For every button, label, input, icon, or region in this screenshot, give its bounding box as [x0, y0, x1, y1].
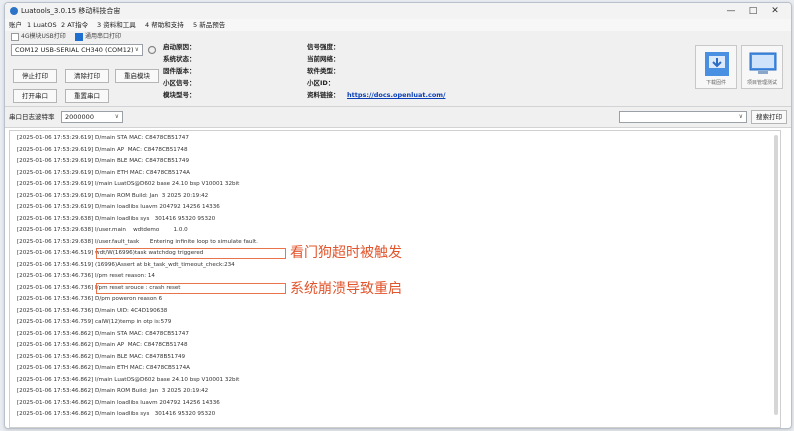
download-icon: [705, 52, 729, 76]
menu-luatos[interactable]: 1 LuatOS: [27, 20, 57, 30]
serial-print-checkbox[interactable]: 通用串口打印: [75, 32, 121, 42]
log-line: [2025-01-06 17:53:46.862] D/main STA MAC…: [17, 330, 189, 337]
maximize-button[interactable]: □: [743, 4, 763, 18]
log-line: [2025-01-06 17:53:29.619] D/main ETH MAC…: [17, 169, 190, 176]
log-line: [2025-01-06 17:53:46.736] D/main UID: 4C…: [17, 307, 168, 314]
log-line: [2025-01-06 17:53:29.638] D/main loadlib…: [17, 215, 216, 222]
baud-rate-select[interactable]: 2000000 ∨: [61, 111, 123, 123]
log-line: [2025-01-06 17:53:46.736] I/pm reset rea…: [17, 273, 155, 279]
log-line: [2025-01-06 17:53:29.638] I/user.fault_t…: [17, 238, 258, 245]
port-select[interactable]: COM12 USB-SERIAL CH340 (COM12) ∨: [11, 44, 143, 56]
toolbar-panel: 4G模块USB打印 通用串口打印 COM12 USB-SERIAL CH340 …: [5, 31, 791, 107]
log-line: [2025-01-06 17:53:29.619] D/main BLE MAC…: [17, 158, 190, 164]
open-port-button[interactable]: 打开串口: [13, 89, 57, 103]
crash-annotation: 系统崩溃导致重启: [290, 281, 402, 297]
monitor-icon: [749, 52, 777, 74]
resource-link-label: 资料链接：: [307, 91, 340, 99]
watchdog-annotation: 看门狗超时被触发: [290, 245, 402, 261]
menu-resources-tools[interactable]: 3 资料和工具: [97, 20, 136, 30]
boot-reason-label: 启动原因：: [163, 43, 196, 51]
checkbox-box: [11, 32, 19, 41]
project-management-label: 项目管理测试: [746, 80, 777, 86]
reset-module-button[interactable]: 重启模块: [115, 69, 159, 83]
refresh-icon[interactable]: [147, 45, 157, 55]
log-line: [2025-01-06 17:53:46.759] calW(12)temp i…: [17, 319, 172, 325]
log-line: [2025-01-06 17:53:29.619] D/main AP MAC:…: [17, 146, 188, 153]
title-bar: Luatools_3.0.15 移动科技合宙 — □ ✕: [5, 3, 791, 19]
window-title: Luatools_3.0.15 移动科技合宙: [21, 7, 121, 15]
usb-print-label: 4G模块USB打印: [21, 33, 66, 40]
close-button[interactable]: ✕: [765, 4, 785, 18]
resource-link[interactable]: https://docs.openluat.com/: [347, 90, 445, 100]
log-line: [2025-01-06 17:53:46.862] D/main BLE MAC…: [17, 353, 186, 360]
menu-account[interactable]: 账户: [9, 20, 22, 30]
cell-id-label: 小区ID：: [307, 79, 335, 87]
log-line: [2025-01-06 17:53:46.736] D/pm poweron r…: [17, 296, 163, 302]
search-select[interactable]: ∨: [619, 111, 747, 123]
log-line: [2025-01-06 17:53:29.619] D/main loadlib…: [17, 204, 220, 210]
software-type-label: 软件类型：: [307, 67, 340, 75]
watchdog-highlight-box: [96, 248, 286, 259]
menu-help-support[interactable]: 4 帮助和支持: [145, 20, 184, 30]
log-line: [2025-01-06 17:53:46.862] D/main ETH MAC…: [17, 365, 190, 371]
log-line: [2025-01-06 17:53:46.862] D/main AP MAC:…: [17, 342, 188, 348]
stop-print-button[interactable]: 停止打印: [13, 69, 57, 83]
serial-print-label: 通用串口打印: [85, 33, 122, 40]
checkbox-box: [75, 32, 83, 41]
usb-print-checkbox[interactable]: 4G模块USB打印: [11, 32, 66, 42]
log-scrollbar[interactable]: [774, 135, 778, 415]
log-line: [2025-01-06 17:53:46.862] I/main LuatOS@…: [17, 376, 240, 383]
project-management-button[interactable]: 项目管理测试: [741, 45, 783, 89]
download-firmware-label: 下载固件: [705, 80, 726, 86]
app-window: Luatools_3.0.15 移动科技合宙 — □ ✕ 账户 1 LuatOS…: [4, 2, 792, 429]
cell-signal-label: 小区信号：: [163, 79, 196, 87]
log-line: [2025-01-06 17:53:29.619] I/main LuatOS@…: [17, 181, 240, 187]
network-label: 当前网络：: [307, 55, 340, 63]
log-line: [2025-01-06 17:53:46.862] D/main ROM Bui…: [17, 388, 209, 394]
reset-port-button[interactable]: 重置串口: [65, 89, 109, 103]
firmware-version-label: 固件版本：: [163, 67, 196, 75]
chevron-down-icon: ∨: [114, 113, 119, 120]
log-line: [2025-01-06 17:53:29.619] D/main STA MAC…: [17, 135, 189, 141]
minimize-button[interactable]: —: [721, 4, 741, 18]
chevron-down-icon: ∨: [738, 113, 743, 120]
download-firmware-button[interactable]: 下载固件: [695, 45, 737, 89]
module-model-label: 模块型号：: [163, 91, 196, 99]
clear-print-button[interactable]: 清除打印: [65, 69, 109, 83]
menu-bar: 账户 1 LuatOS 2 AT指令 3 资料和工具 4 帮助和支持 5 新品预…: [5, 19, 791, 31]
system-state-label: 系统状态：: [163, 55, 196, 63]
filter-bar: 串口日志波特率 2000000 ∨ ∨ 搜索打印: [5, 107, 791, 128]
menu-at-commands[interactable]: 2 AT指令: [61, 20, 88, 30]
log-line: [2025-01-06 17:53:29.638] I/user.main wd…: [17, 227, 188, 233]
menu-new-products[interactable]: 5 新品预告: [193, 20, 225, 30]
log-line: [2025-01-06 17:53:46.862] D/main loadlib…: [17, 411, 216, 417]
log-line: [2025-01-06 17:53:46.862] D/main loadlib…: [17, 399, 220, 406]
log-line: [2025-01-06 17:53:46.519] (16996)Assert …: [17, 261, 235, 268]
chevron-down-icon: ∨: [134, 46, 139, 53]
port-select-value: COM12 USB-SERIAL CH340 (COM12): [15, 46, 134, 54]
signal-strength-label: 信号强度：: [307, 43, 340, 51]
log-line: [2025-01-06 17:53:29.619] D/main ROM Bui…: [17, 192, 209, 199]
app-icon: [10, 7, 18, 15]
crash-highlight-box: [96, 283, 286, 294]
baud-rate-label: 串口日志波特率: [9, 113, 55, 121]
baud-rate-value: 2000000: [65, 113, 94, 121]
log-panel[interactable]: [2025-01-06 17:53:29.619] D/main STA MAC…: [9, 130, 781, 428]
search-print-button[interactable]: 搜索打印: [751, 110, 787, 124]
